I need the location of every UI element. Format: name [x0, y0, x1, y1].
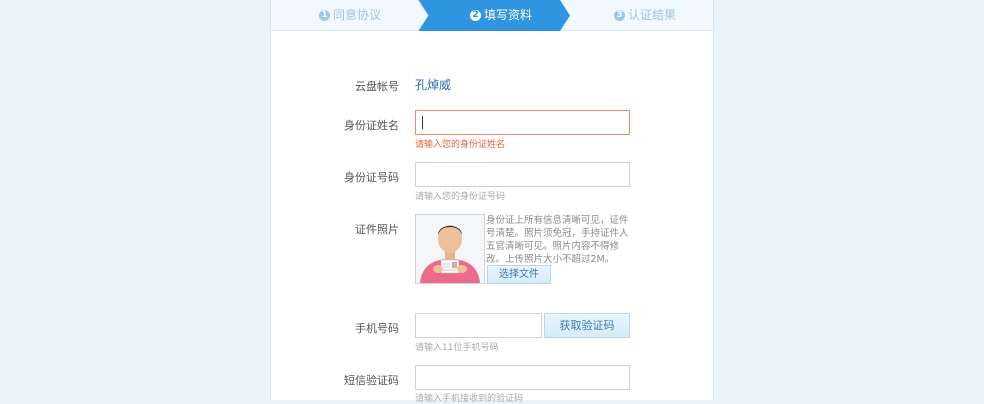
id-number-label: 身份证号码 — [344, 171, 399, 184]
name-error-hint: 请输入您的身份证姓名 — [415, 140, 506, 150]
id-number-input[interactable] — [415, 162, 630, 187]
account-value: 孔焯威 — [415, 78, 452, 92]
step-progress-bar: 1 同意协议 2 填写资料 3 认证结果 — [271, 0, 713, 31]
step-number-badge: 1 — [319, 10, 330, 21]
photo-requirements-text: 身份证上所有信息清晰可见，证件号清楚。照片须免冠，手持证件人五官清晰可见。照片内… — [486, 215, 629, 265]
get-code-button[interactable]: 获取验证码 — [544, 313, 630, 338]
step-label: 填写资料 — [484, 8, 533, 22]
step-agree: 1 同意协议 — [319, 0, 381, 31]
name-input[interactable] — [415, 110, 630, 135]
person-holding-id-image — [416, 215, 484, 283]
step-result: 3 认证结果 — [614, 0, 676, 31]
sms-code-input[interactable] — [415, 365, 630, 390]
phone-label: 手机号码 — [355, 322, 399, 335]
text-caret — [422, 116, 423, 129]
form-panel: 1 同意协议 2 填写资料 3 认证结果 云盘帐号 孔焯威 身份证姓名 请输入您… — [270, 0, 714, 404]
id-number-hint: 请输入您的身份证号码 — [415, 192, 506, 202]
choose-file-button[interactable]: 选择文件 — [487, 265, 551, 284]
step-number-badge: 3 — [614, 10, 625, 21]
id-photo-sample — [415, 214, 485, 284]
sms-code-hint: 请输入手机接收到的验证码 — [415, 394, 524, 404]
name-label: 身份证姓名 — [344, 119, 399, 132]
account-label: 云盘帐号 — [355, 80, 399, 93]
step-label: 认证结果 — [628, 8, 677, 22]
photo-label: 证件照片 — [355, 223, 399, 236]
phone-hint: 请输入11位手机号码 — [415, 343, 499, 353]
phone-input[interactable] — [415, 313, 542, 338]
step-label: 同意协议 — [333, 8, 382, 22]
sms-code-label: 短信验证码 — [344, 374, 399, 387]
step-fill-info: 2 填写资料 — [470, 0, 532, 31]
step-number-badge: 2 — [470, 10, 481, 21]
